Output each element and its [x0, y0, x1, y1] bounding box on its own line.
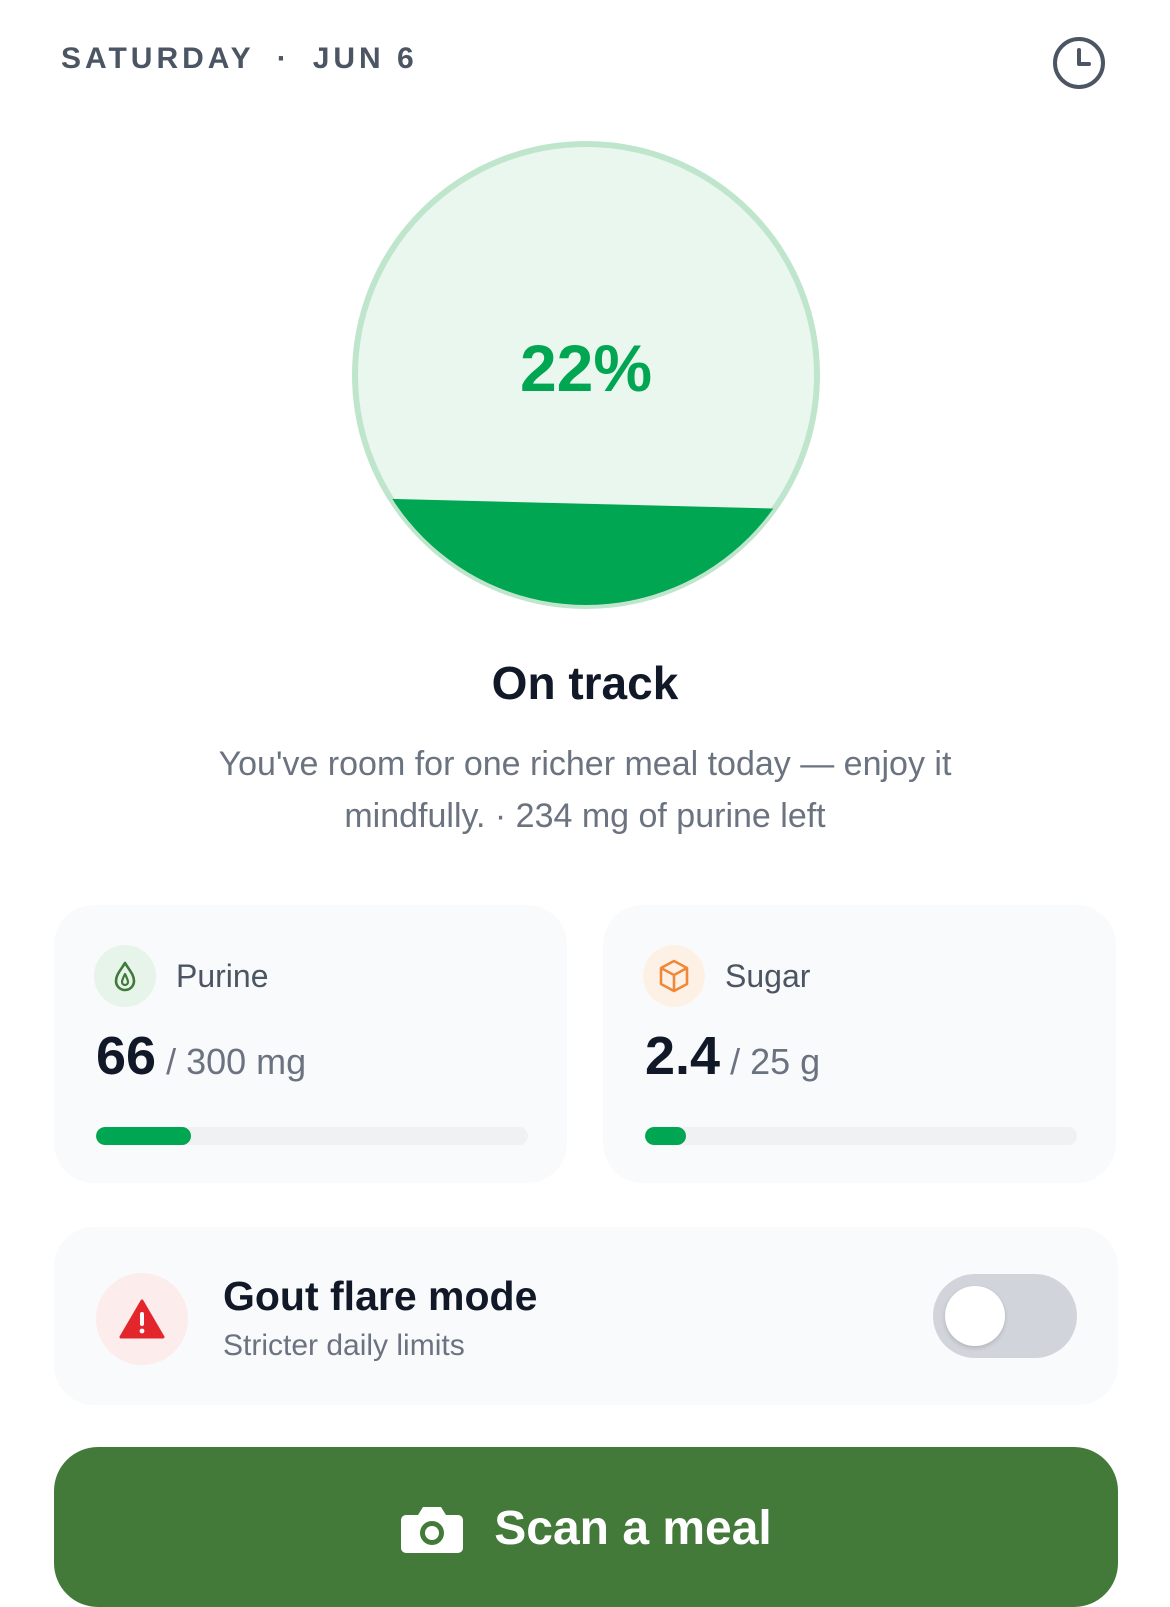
date-label: SATURDAY · JUN 6	[61, 42, 418, 76]
sugar-progress-fill	[645, 1127, 687, 1145]
clock-icon	[1053, 37, 1105, 89]
history-button[interactable]	[1050, 34, 1108, 92]
purine-gauge: 22%	[346, 135, 826, 615]
gauge-percent: 22%	[519, 331, 653, 405]
header: SATURDAY · JUN 6	[0, 0, 1170, 125]
day-label: SATURDAY	[61, 42, 255, 75]
sugar-card[interactable]: Sugar 2.4/ 25 g	[603, 905, 1116, 1183]
sugar-limit: / 25 g	[730, 1041, 821, 1082]
scan-button-content: Scan a meal	[400, 1501, 772, 1556]
flare-mode-subtitle: Stricter daily limits	[223, 1329, 465, 1362]
sugar-value: 2.4	[645, 1026, 721, 1086]
camera-icon	[401, 1506, 464, 1553]
purine-card[interactable]: Purine 66/ 300 mg	[54, 905, 567, 1183]
gauge-fill	[356, 497, 816, 605]
purine-progress-track	[96, 1127, 528, 1145]
scan-meal-button[interactable]: Scan a meal	[54, 1447, 1118, 1607]
sugar-label: Sugar	[725, 958, 811, 994]
warning-icon	[96, 1273, 188, 1365]
date-text: JUN 6	[312, 42, 418, 75]
sugar-values: 2.4/ 25 g	[645, 1025, 820, 1087]
purine-value: 66	[96, 1026, 157, 1086]
status-description: You've room for one richer meal today — …	[218, 745, 952, 835]
flare-mode-toggle[interactable]	[933, 1274, 1077, 1358]
toggle-knob	[945, 1286, 1005, 1346]
droplet-icon	[94, 945, 156, 1007]
flare-mode-card: Gout flare mode Stricter daily limits	[54, 1227, 1118, 1405]
purine-values: 66/ 300 mg	[96, 1025, 306, 1087]
purine-progress-fill	[96, 1127, 192, 1145]
flare-mode-title: Gout flare mode	[223, 1273, 538, 1319]
status-title: On track	[491, 657, 679, 709]
date-separator: ·	[276, 42, 291, 75]
scan-meal-label: Scan a meal	[494, 1502, 772, 1555]
sugar-progress-track	[645, 1127, 1077, 1145]
cube-icon	[643, 945, 705, 1007]
purine-limit: / 300 mg	[166, 1041, 307, 1082]
purine-label: Purine	[176, 958, 269, 994]
